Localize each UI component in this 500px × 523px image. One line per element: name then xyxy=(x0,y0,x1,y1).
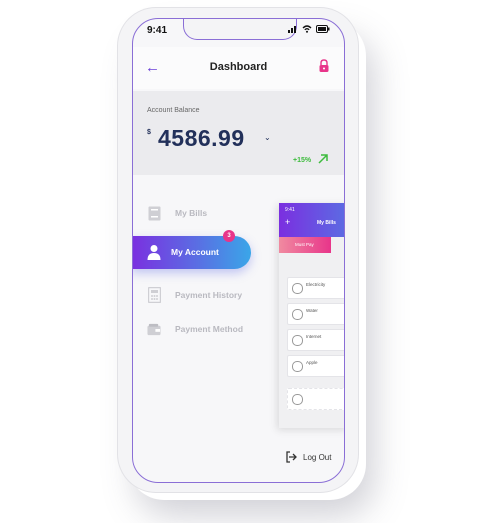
preview-header: 9:41 + My Bills xyxy=(279,203,344,237)
menu-item-payment-method[interactable]: Payment Method xyxy=(147,321,243,337)
phone-notch xyxy=(183,19,297,40)
phone-frame: 9:41 ← Dashboard Account Balance $ 4586.… xyxy=(118,8,358,492)
lightning-icon xyxy=(292,283,303,294)
calculator-icon xyxy=(147,287,161,303)
status-icons xyxy=(288,25,330,33)
trend-up-icon xyxy=(318,154,328,164)
status-time: 9:41 xyxy=(147,25,168,36)
add-icon: + xyxy=(285,217,291,227)
menu-item-label: Payment History xyxy=(175,290,243,300)
menu-item-my-bills[interactable]: My Bills xyxy=(147,205,207,221)
user-icon xyxy=(147,245,161,260)
preview-row-name: Apple xyxy=(306,360,318,365)
menu-item-label: My Account xyxy=(171,247,219,257)
app-header: ← Dashboard xyxy=(133,47,344,89)
balance-amount: 4586.99 xyxy=(158,125,245,151)
notification-badge: 3 xyxy=(223,230,235,242)
logout-label: Log Out xyxy=(303,452,332,462)
app-screen: 9:41 ← Dashboard Account Balance $ 4586.… xyxy=(132,18,345,483)
menu-item-label: My Bills xyxy=(175,208,208,218)
signal-icon xyxy=(288,26,296,33)
menu-item-label: Payment Method xyxy=(175,324,244,334)
menu-item-payment-history[interactable]: Payment History xyxy=(147,287,242,303)
preview-tab: Must Pay xyxy=(279,237,331,253)
logout-icon xyxy=(286,451,297,463)
preview-row-name: Water xyxy=(306,308,318,313)
wifi-icon xyxy=(302,25,312,33)
chevron-down-icon[interactable]: ⌄ xyxy=(264,133,271,142)
currency-symbol: $ xyxy=(147,129,151,136)
wallet-icon xyxy=(147,321,161,337)
preview-tab-label: Must Pay xyxy=(295,242,314,247)
battery-icon xyxy=(316,25,330,33)
menu-item-my-account[interactable]: My Account 3 xyxy=(133,230,251,269)
water-drop-icon xyxy=(292,309,303,320)
preview-row: Apple xyxy=(287,355,344,377)
screen-preview[interactable]: 9:41 + My Bills Must Pay Electricity Wat… xyxy=(279,203,344,428)
preview-add-row xyxy=(287,388,344,410)
balance-card: Account Balance $ 4586.99 ⌄ +15% xyxy=(133,91,344,175)
balance-change: +15% xyxy=(293,157,312,164)
preview-title: My Bills xyxy=(317,220,336,226)
preview-row-name: Electricity xyxy=(306,282,326,287)
lock-icon[interactable] xyxy=(318,59,330,73)
preview-row-name: Internet xyxy=(306,334,322,339)
balance-label: Account Balance xyxy=(147,107,200,114)
add-circle-icon xyxy=(292,394,303,405)
page-title: Dashboard xyxy=(209,61,268,73)
preview-time: 9:41 xyxy=(285,207,295,213)
preview-row: Electricity xyxy=(287,277,344,299)
globe-icon xyxy=(292,335,303,346)
bill-icon xyxy=(147,205,161,221)
preview-row: Internet xyxy=(287,329,344,351)
apple-icon xyxy=(292,361,303,372)
logout-button[interactable]: Log Out xyxy=(285,451,331,463)
preview-row: Water xyxy=(287,303,344,325)
